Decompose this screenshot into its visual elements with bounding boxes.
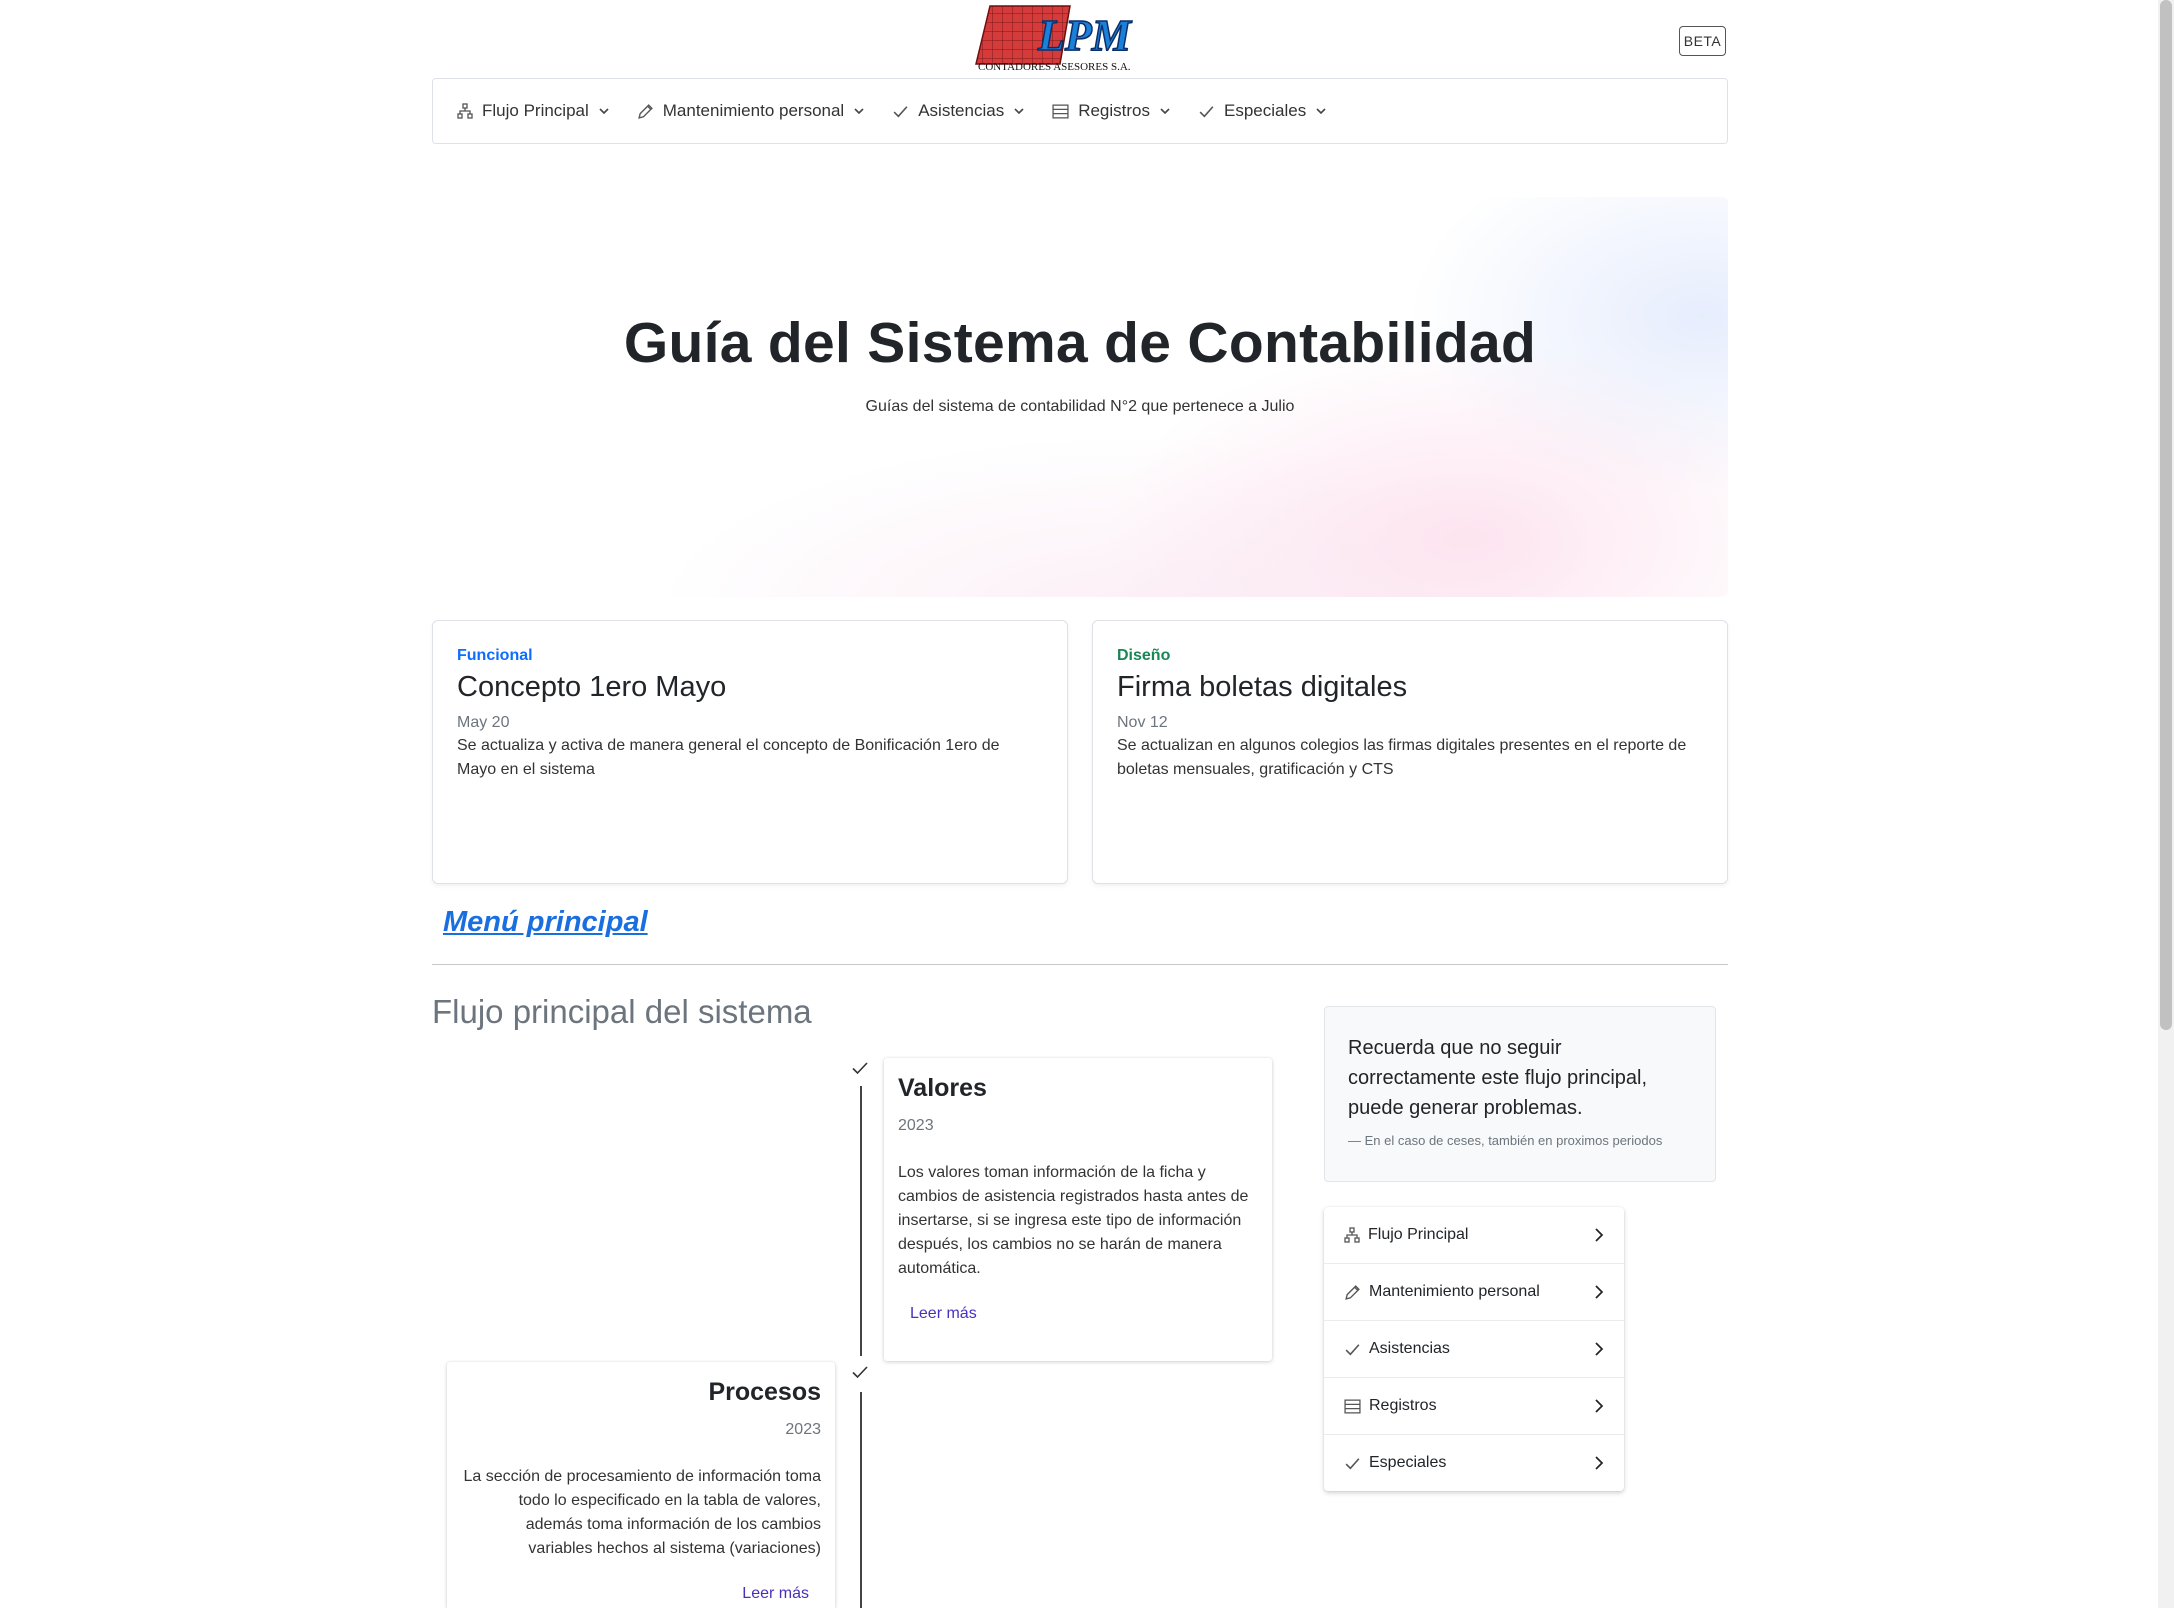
main-navbar: Flujo Principal Mantenimiento personal A…	[432, 78, 1728, 144]
section-title: Flujo principal del sistema	[432, 993, 812, 1030]
divider	[432, 964, 1728, 965]
chevron-right-icon	[1595, 1342, 1604, 1356]
read-more-link[interactable]: Leer más	[898, 1305, 1258, 1323]
side-item-label: Mantenimiento personal	[1369, 1283, 1540, 1300]
page-title: Guía del Sistema de Contabilidad	[623, 311, 1537, 375]
check-icon	[893, 105, 908, 117]
page-subtitle: Guías del sistema de contabilidad N°2 qu…	[865, 398, 1295, 415]
chevron-right-icon	[1595, 1456, 1604, 1470]
nav-item-mantenimiento-personal[interactable]: Mantenimiento personal	[637, 101, 866, 121]
hero-banner	[432, 197, 1728, 597]
nav-item-asistencias[interactable]: Asistencias	[892, 101, 1026, 121]
timeline-card-procesos: Procesos 2023 La sección de procesamient…	[447, 1362, 835, 1608]
sitemap-icon	[1344, 1227, 1360, 1243]
quote-footer: — En el caso de ceses, también en proxim…	[1348, 1133, 1663, 1148]
side-item-label: Asistencias	[1369, 1340, 1450, 1357]
logo-text: LPM	[1037, 11, 1133, 60]
timeline-line	[860, 1086, 862, 1356]
timeline-card-text: La sección de procesamiento de informaci…	[463, 1468, 821, 1557]
pencil-icon	[637, 103, 653, 119]
side-nav-list: Flujo Principal Mantenimiento personal A…	[1324, 1207, 1624, 1491]
card-description: Se actualizan en algunos colegios las fi…	[1117, 737, 1687, 778]
card-title: Concepto 1ero Mayo	[457, 671, 727, 703]
side-item-label: Registros	[1369, 1397, 1437, 1414]
chevron-down-icon	[1014, 108, 1024, 115]
side-item-label: Especiales	[1369, 1454, 1447, 1471]
feature-card[interactable]: Funcional Concepto 1ero Mayo May 20 Se a…	[432, 620, 1068, 884]
check-icon	[852, 1366, 868, 1379]
timeline-card-year: 2023	[785, 1421, 821, 1438]
side-item-especiales[interactable]: Especiales	[1324, 1435, 1624, 1491]
chevron-down-icon	[854, 108, 864, 115]
card-description: Se actualiza y activa de manera general …	[457, 737, 1000, 778]
logo-subtext: CONTADORES ASESORES S.A.	[978, 61, 1131, 72]
chevron-right-icon	[1595, 1228, 1604, 1242]
chevron-right-icon	[1595, 1399, 1604, 1413]
reminder-quote: Recuerda que no seguir correctamente est…	[1324, 1006, 1716, 1182]
nav-item-flujo-principal[interactable]: Flujo Principal	[457, 101, 611, 121]
timeline-card-valores: Valores 2023 Los valores toman informaci…	[884, 1058, 1272, 1361]
table-icon	[1052, 103, 1069, 119]
nav-item-label: Especiales	[1224, 101, 1307, 120]
card-category: Diseño	[1117, 647, 1171, 664]
table-icon	[1344, 1398, 1361, 1414]
quote-footer-text: En el caso de ceses, también en proximos…	[1364, 1133, 1663, 1148]
timeline-card-title: Procesos	[708, 1378, 821, 1406]
logo-graphic: LPM CONTADORES ASESORES S.A.	[975, 5, 1134, 73]
pencil-icon	[1345, 1284, 1360, 1300]
lpm-logo[interactable]: LPM CONTADORES ASESORES S.A.	[972, 4, 1138, 73]
read-more-link[interactable]: Leer más	[461, 1585, 821, 1603]
card-date: Nov 12	[1117, 714, 1168, 731]
chevron-down-icon	[1316, 108, 1326, 115]
chevron-down-icon	[1160, 108, 1170, 115]
main-menu-link[interactable]: Menú principal	[443, 906, 648, 939]
check-icon	[1345, 1457, 1360, 1469]
side-item-flujo-principal[interactable]: Flujo Principal	[1324, 1207, 1624, 1264]
chevron-down-icon	[599, 108, 609, 115]
nav-item-registros[interactable]: Registros	[1052, 101, 1172, 121]
timeline-line	[860, 1392, 862, 1608]
check-icon	[1345, 1343, 1360, 1355]
nav-item-label: Registros	[1078, 101, 1151, 120]
card-date: May 20	[457, 714, 510, 731]
card-category: Funcional	[457, 647, 533, 664]
check-icon	[1199, 105, 1214, 117]
quote-text: Recuerda que no seguir correctamente est…	[1348, 1037, 1648, 1119]
timeline-card-text: Los valores toman información de la fich…	[898, 1164, 1249, 1277]
side-item-label: Flujo Principal	[1368, 1226, 1469, 1243]
chevron-right-icon	[1595, 1285, 1604, 1299]
beta-badge: BETA	[1679, 26, 1726, 56]
timeline-card-title: Valores	[898, 1074, 987, 1102]
side-item-asistencias[interactable]: Asistencias	[1324, 1321, 1624, 1378]
nav-item-label: Flujo Principal	[482, 101, 589, 120]
timeline-card-year: 2023	[898, 1117, 934, 1134]
check-icon	[852, 1062, 868, 1075]
side-item-registros[interactable]: Registros	[1324, 1378, 1624, 1435]
sitemap-icon	[457, 103, 473, 119]
nav-item-label: Mantenimiento personal	[662, 101, 845, 120]
scrollbar-thumb[interactable]	[2160, 0, 2172, 1030]
nav-item-label: Asistencias	[918, 101, 1005, 120]
side-item-mantenimiento-personal[interactable]: Mantenimiento personal	[1324, 1264, 1624, 1321]
card-title: Firma boletas digitales	[1117, 671, 1408, 703]
nav-item-especiales[interactable]: Especiales	[1198, 101, 1328, 121]
feature-card[interactable]: Diseño Firma boletas digitales Nov 12 Se…	[1092, 620, 1728, 884]
